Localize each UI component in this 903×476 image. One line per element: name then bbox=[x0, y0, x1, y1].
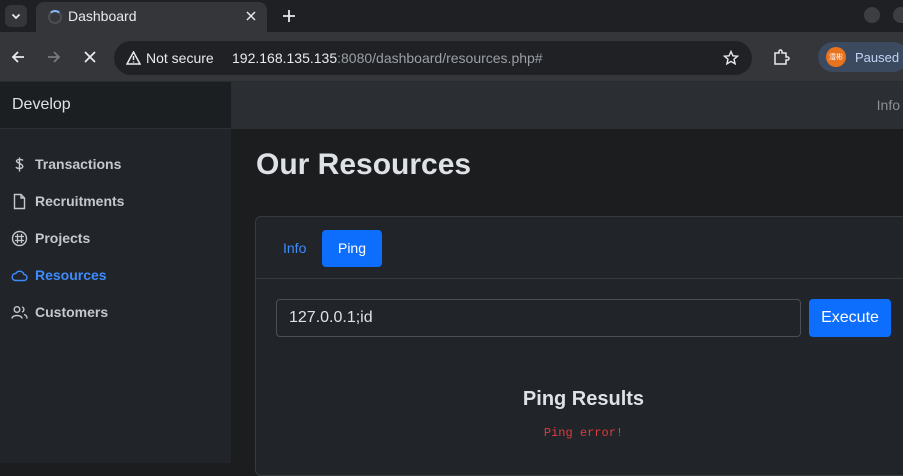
close-icon bbox=[84, 51, 96, 63]
security-indicator[interactable]: Not secure bbox=[126, 50, 214, 66]
profile-status: Paused bbox=[855, 49, 900, 65]
sidebar-item-projects[interactable]: Projects bbox=[0, 222, 231, 254]
execute-button[interactable]: Execute bbox=[809, 299, 891, 337]
cloud-icon bbox=[11, 270, 28, 282]
sidebar-item-recruitments[interactable]: Recruitments bbox=[0, 185, 231, 217]
loading-spinner-icon bbox=[48, 10, 62, 24]
dollar-icon bbox=[15, 157, 24, 172]
arrow-left-icon bbox=[11, 51, 24, 63]
resources-card: Info Ping Execute Ping Results Ping erro… bbox=[255, 216, 903, 476]
chevron-down-icon bbox=[11, 13, 21, 20]
browser-tab[interactable]: Dashboard bbox=[36, 2, 267, 32]
sidebar-item-label: Resources bbox=[35, 267, 107, 283]
tab-info[interactable]: Info bbox=[268, 230, 321, 267]
address-bar[interactable]: Not secure 192.168.135.135:8080/dashboar… bbox=[114, 41, 752, 75]
tab-strip: Dashboard bbox=[0, 0, 903, 32]
new-tab-button[interactable] bbox=[278, 5, 300, 27]
results-title: Ping Results bbox=[522, 388, 645, 410]
brand-name: Develop bbox=[12, 96, 71, 113]
card-header: Info Ping bbox=[256, 217, 903, 279]
profile-button[interactable]: 澧彬 Paused bbox=[818, 42, 903, 72]
warning-icon bbox=[126, 51, 141, 65]
minimize-button[interactable] bbox=[864, 7, 880, 23]
sidebar-item-label: Transactions bbox=[35, 156, 122, 172]
tab-search-button[interactable] bbox=[5, 5, 27, 27]
sidebar-item-label: Customers bbox=[35, 304, 109, 320]
stop-button[interactable] bbox=[80, 47, 100, 67]
url-text: 192.168.135.135:8080/dashboard/resources… bbox=[232, 50, 543, 66]
main-content: Our Resources Info Ping Execute Ping Res… bbox=[231, 129, 903, 476]
browser-toolbar: Not secure 192.168.135.135:8080/dashboar… bbox=[0, 32, 903, 82]
results-error: Ping error! bbox=[543, 426, 624, 440]
extensions-button[interactable] bbox=[771, 47, 791, 67]
sidebar-item-resources[interactable]: Resources bbox=[0, 259, 231, 291]
url-host: 192.168.135.135 bbox=[232, 50, 338, 66]
security-label: Not secure bbox=[146, 50, 214, 66]
file-icon bbox=[13, 193, 26, 210]
sidebar-item-transactions[interactable]: Transactions bbox=[0, 148, 231, 180]
tab-ping[interactable]: Ping bbox=[322, 230, 382, 267]
puzzle-icon bbox=[774, 49, 790, 65]
star-icon bbox=[723, 50, 739, 66]
plus-icon bbox=[283, 10, 295, 22]
sidebar-item-label: Recruitments bbox=[35, 193, 125, 209]
bookmark-button[interactable] bbox=[722, 49, 740, 67]
avatar: 澧彬 bbox=[826, 47, 846, 67]
page-title: Our Resources bbox=[256, 148, 472, 181]
ping-host-input[interactable] bbox=[276, 299, 801, 337]
slack-icon bbox=[11, 230, 28, 247]
sidebar-item-customers[interactable]: Customers bbox=[0, 296, 231, 328]
sidebar-item-label: Projects bbox=[35, 230, 91, 246]
sidebar: Develop Transactions Recruitments Projec… bbox=[0, 82, 231, 463]
top-navbar: Info bbox=[231, 82, 903, 129]
maximize-button[interactable] bbox=[893, 7, 903, 23]
url-path: :8080/dashboard/resources.php# bbox=[337, 50, 543, 66]
tab-title: Dashboard bbox=[68, 8, 137, 24]
back-button[interactable] bbox=[8, 47, 28, 67]
forward-button[interactable] bbox=[44, 47, 64, 67]
topbar-info-link[interactable]: Info bbox=[877, 97, 900, 113]
arrow-right-icon bbox=[48, 51, 61, 63]
people-icon bbox=[11, 306, 28, 319]
tab-close-button[interactable] bbox=[243, 8, 259, 24]
close-icon bbox=[246, 11, 256, 21]
brand[interactable]: Develop bbox=[0, 82, 231, 129]
